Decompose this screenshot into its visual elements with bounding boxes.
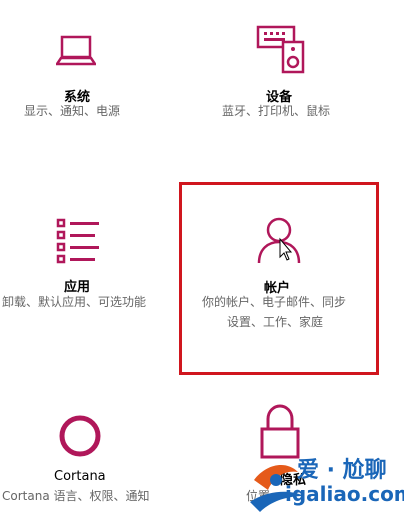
tile-apps[interactable]: 应用 卸载、默认应用、可选功能 [0,200,170,320]
tile-system[interactable]: 系统 显示、通知、电源 [0,0,160,130]
tile-subtitle: 卸载、默认应用、可选功能 [2,295,147,309]
tile-subtitle: Cortana 语言、权限、通知 [2,489,150,503]
highlight-frame [179,182,379,375]
tile-subtitle: 蓝牙、打印机、鼠标 [222,104,331,118]
tile-subtitle: 显示、通知、电源 [24,104,121,118]
tile-devices[interactable]: 设备 蓝牙、打印机、鼠标 [210,0,380,130]
watermark-text: 爱 · 尬聊 [297,458,387,483]
tile-cortana[interactable]: Cortana Cortana 语言、权限、通知 [0,395,170,515]
cortana-ring-icon [59,415,101,457]
laptop-icon [56,35,96,66]
keyboard-speaker-icon [256,25,305,74]
watermark-url: igaliao.com [285,482,404,506]
app-list-icon [56,218,99,264]
tile-title: Cortana [54,469,106,484]
